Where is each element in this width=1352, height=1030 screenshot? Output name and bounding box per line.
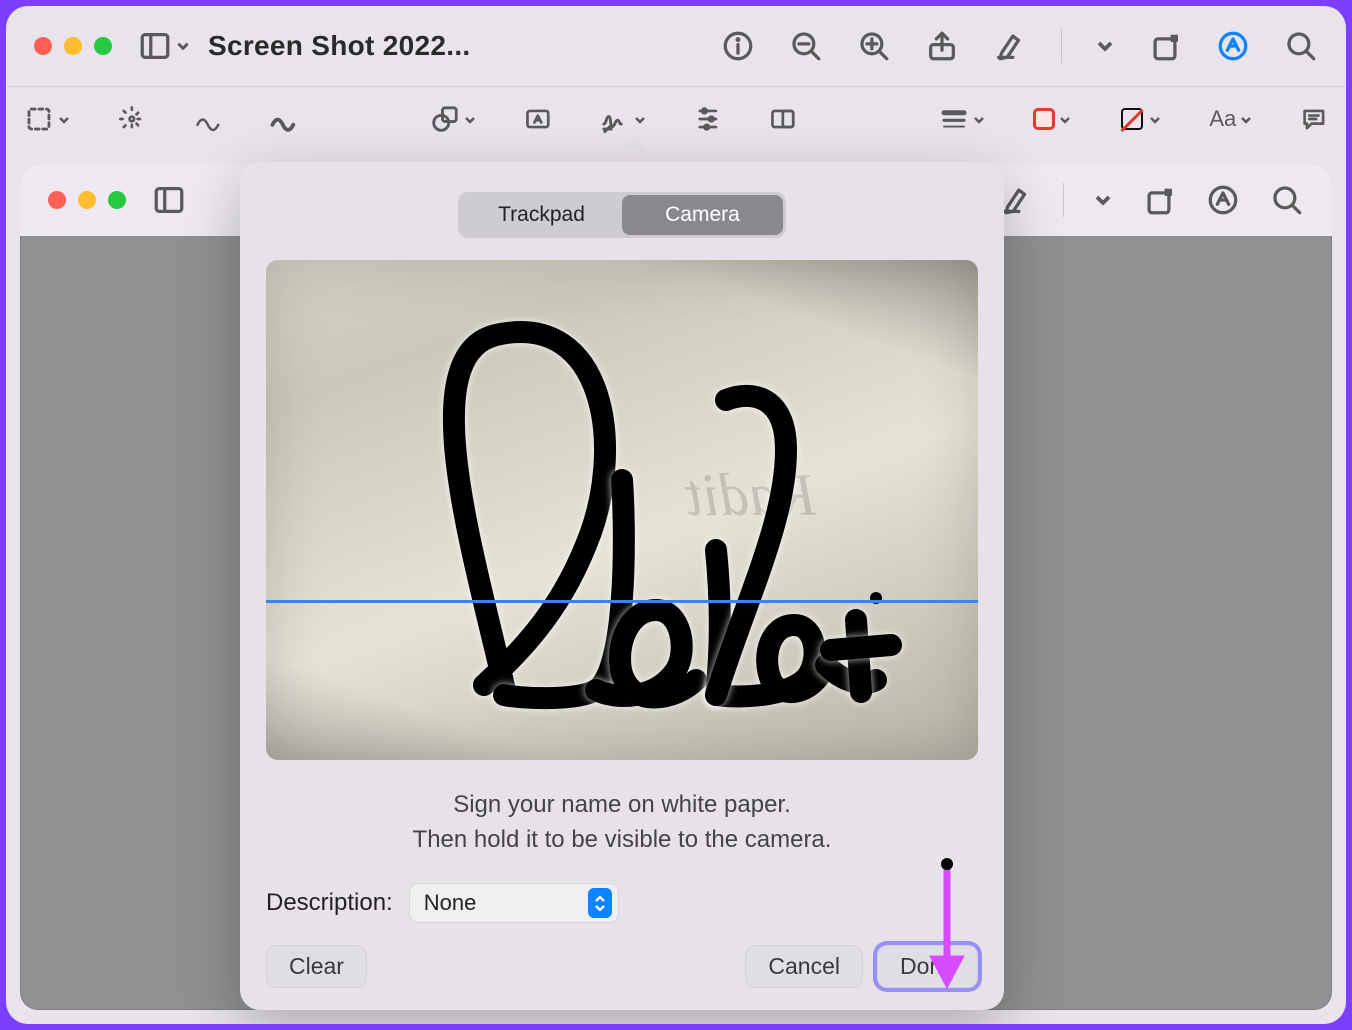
clear-button[interactable]: Clear (266, 945, 367, 988)
minimize-window-button[interactable] (78, 191, 96, 209)
signature-sheet: Trackpad Camera Radit Sign your name on … (240, 162, 1004, 1010)
description-label: Description: (266, 889, 393, 917)
toolbar-divider (1063, 183, 1064, 217)
adjust-color-icon[interactable] (694, 104, 722, 134)
line-style-icon (939, 104, 969, 134)
border-color-tool[interactable] (1033, 108, 1071, 130)
camera-preview: Radit (266, 260, 978, 760)
annotate-icon[interactable] (1300, 104, 1328, 134)
markup-toolbar: Aa (6, 86, 1346, 150)
draw-icon[interactable] (269, 104, 297, 134)
minimize-window-button[interactable] (64, 37, 82, 55)
text-tool-icon[interactable] (524, 104, 552, 134)
zoom-out-icon[interactable] (789, 29, 823, 63)
search-icon[interactable] (1270, 183, 1304, 217)
description-value: None (424, 890, 477, 916)
window-title: Screen Shot 2022... (208, 30, 471, 62)
window-controls (34, 37, 112, 55)
hint-line-1: Sign your name on white paper. (453, 791, 791, 818)
text-format-tool[interactable]: Aa (1209, 106, 1252, 132)
rotate-icon[interactable] (1142, 183, 1176, 217)
highlight-icon[interactable] (999, 183, 1033, 217)
instant-alpha-icon[interactable] (118, 104, 146, 134)
border-color-swatch (1033, 108, 1055, 130)
sidebar-toggle[interactable] (138, 29, 190, 63)
chevron-down-icon (464, 113, 476, 125)
popover-caret (620, 137, 648, 151)
search-icon[interactable] (1284, 29, 1318, 63)
selection-icon (24, 104, 54, 134)
captured-signature (316, 300, 956, 730)
hint-line-2: Then hold it to be visible to the camera… (413, 826, 832, 853)
share-icon[interactable] (925, 29, 959, 63)
select-stepper-icon (588, 888, 612, 918)
signature-hint: Sign your name on white paper. Then hold… (266, 788, 978, 858)
chevron-down-icon (58, 113, 70, 125)
trackpad-tab[interactable]: Trackpad (461, 195, 622, 235)
zoom-in-icon[interactable] (857, 29, 891, 63)
shapes-icon (430, 104, 460, 134)
crop-icon[interactable] (769, 104, 797, 134)
bg-window-controls (48, 191, 126, 209)
titlebar: Screen Shot 2022... (6, 6, 1346, 86)
fill-color-swatch (1119, 106, 1145, 132)
sidebar-icon (138, 29, 172, 63)
description-select[interactable]: None (409, 883, 619, 923)
chevron-down-icon (1059, 113, 1071, 125)
sketch-icon[interactable] (194, 104, 222, 134)
sign-tool[interactable] (600, 104, 646, 134)
toolbar-divider (1061, 29, 1062, 63)
markup-icon[interactable] (1206, 183, 1240, 217)
text-format-label: Aa (1209, 106, 1236, 132)
chevron-down-icon[interactable] (1094, 191, 1112, 209)
fill-color-tool[interactable] (1119, 106, 1161, 132)
line-style-tool[interactable] (939, 104, 985, 134)
info-icon[interactable] (721, 29, 755, 63)
rotate-chevron-icon[interactable] (1096, 37, 1114, 55)
rotate-icon[interactable] (1148, 29, 1182, 63)
sidebar-icon[interactable] (152, 183, 186, 217)
signature-baseline (266, 600, 978, 603)
done-button[interactable]: Done (877, 945, 978, 988)
highlight-icon[interactable] (993, 29, 1027, 63)
signature-icon (600, 104, 630, 134)
preview-window: Screen Shot 2022... (6, 6, 1346, 1024)
selection-tool[interactable] (24, 104, 70, 134)
zoom-window-button[interactable] (94, 37, 112, 55)
chevron-down-icon (634, 113, 646, 125)
markup-icon[interactable] (1216, 29, 1250, 63)
shapes-tool[interactable] (430, 104, 476, 134)
close-window-button[interactable] (48, 191, 66, 209)
chevron-down-icon (973, 113, 985, 125)
chevron-down-icon (1240, 113, 1252, 125)
capture-mode-segment: Trackpad Camera (458, 192, 786, 238)
close-window-button[interactable] (34, 37, 52, 55)
chevron-down-icon (176, 39, 190, 53)
cancel-button[interactable]: Cancel (745, 945, 863, 988)
chevron-down-icon (1149, 113, 1161, 125)
zoom-window-button[interactable] (108, 191, 126, 209)
camera-tab[interactable]: Camera (622, 195, 783, 235)
